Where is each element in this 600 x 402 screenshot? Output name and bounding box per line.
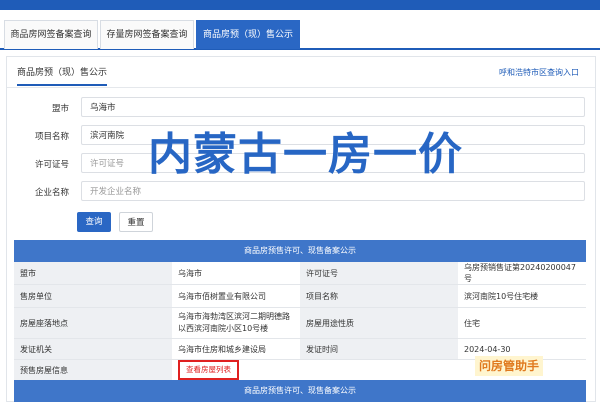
city-label: 盟市: [51, 104, 69, 114]
row-value: 乌海市海勃湾区滨河二期明德路以西滨河南院小区10号楼: [172, 308, 300, 338]
overlay-title: 内蒙古一房一价: [148, 129, 463, 180]
row-label: 售房单位: [14, 285, 172, 307]
panel-header: 商品房预（现）售公示 呼和浩特市区查询入口: [7, 57, 595, 88]
company-input[interactable]: 开发企业名称: [81, 181, 585, 201]
table-footer-header: 商品房预售许可、现售备案公示: [14, 380, 586, 402]
query-button[interactable]: 查询: [77, 212, 111, 232]
hohhot-query-link[interactable]: 呼和浩特市区查询入口: [499, 67, 579, 78]
view-house-list-link[interactable]: 查看房屋列表: [178, 360, 239, 380]
row-label: 盟市: [14, 262, 172, 284]
address-text: 乌海市海勃湾区滨河二期明德路以西滨河南院小区10号楼: [178, 312, 290, 333]
row-label: 房屋座落地点: [14, 308, 172, 338]
permit-label: 许可证号: [34, 160, 69, 170]
form-row-company: 企业名称 开发企业名称: [7, 181, 595, 203]
row-label: 发证机关: [14, 339, 172, 359]
project-label: 项目名称: [34, 132, 69, 142]
tab-existing-house-contract-query[interactable]: 存量房网签备案查询: [100, 20, 194, 49]
row-label: 房屋用途性质: [300, 308, 458, 338]
row-label: 预售房屋信息: [14, 360, 172, 380]
row-value: 乌海市: [172, 262, 300, 284]
row-value: 乌房预销售证第20240200047号: [458, 262, 586, 284]
panel-title[interactable]: 商品房预（现）售公示: [17, 65, 108, 86]
watermark-logo: 问房管助手: [475, 356, 544, 376]
reset-button[interactable]: 重置: [119, 212, 153, 232]
tab-new-house-contract-query[interactable]: 商品房网签备案查询: [4, 20, 98, 49]
table-row: 售房单位 乌海市佰树置业有限公司 项目名称 滨河南院10号住宅楼: [14, 285, 586, 308]
row-label: 发证时间: [300, 339, 458, 359]
row-value: 滨河南院10号住宅楼: [458, 285, 586, 307]
row-label: [300, 360, 458, 380]
table-header: 商品房预售许可、现售备案公示: [14, 240, 586, 262]
row-value: 乌海市佰树置业有限公司: [172, 285, 300, 307]
row-label: 许可证号: [300, 262, 458, 284]
form-row-city: 盟市 乌海市: [7, 97, 595, 119]
city-input[interactable]: 乌海市: [81, 97, 585, 117]
top-banner: [0, 0, 600, 10]
top-tab-bar: 商品房网签备案查询 存量房网签备案查询 商品房预（现）售公示: [0, 14, 600, 50]
row-value: 乌海市住房和城乡建设局: [172, 339, 300, 359]
company-label: 企业名称: [34, 188, 69, 198]
table-row: 盟市 乌海市 许可证号 乌房预销售证第20240200047号: [14, 262, 586, 285]
row-value: 住宅: [458, 308, 586, 338]
tab-presale-publicity[interactable]: 商品房预（现）售公示: [196, 20, 300, 49]
row-label: 项目名称: [300, 285, 458, 307]
table-row: 房屋座落地点 乌海市海勃湾区滨河二期明德路以西滨河南院小区10号楼 房屋用途性质…: [14, 308, 586, 339]
row-value: 查看房屋列表: [172, 360, 300, 380]
